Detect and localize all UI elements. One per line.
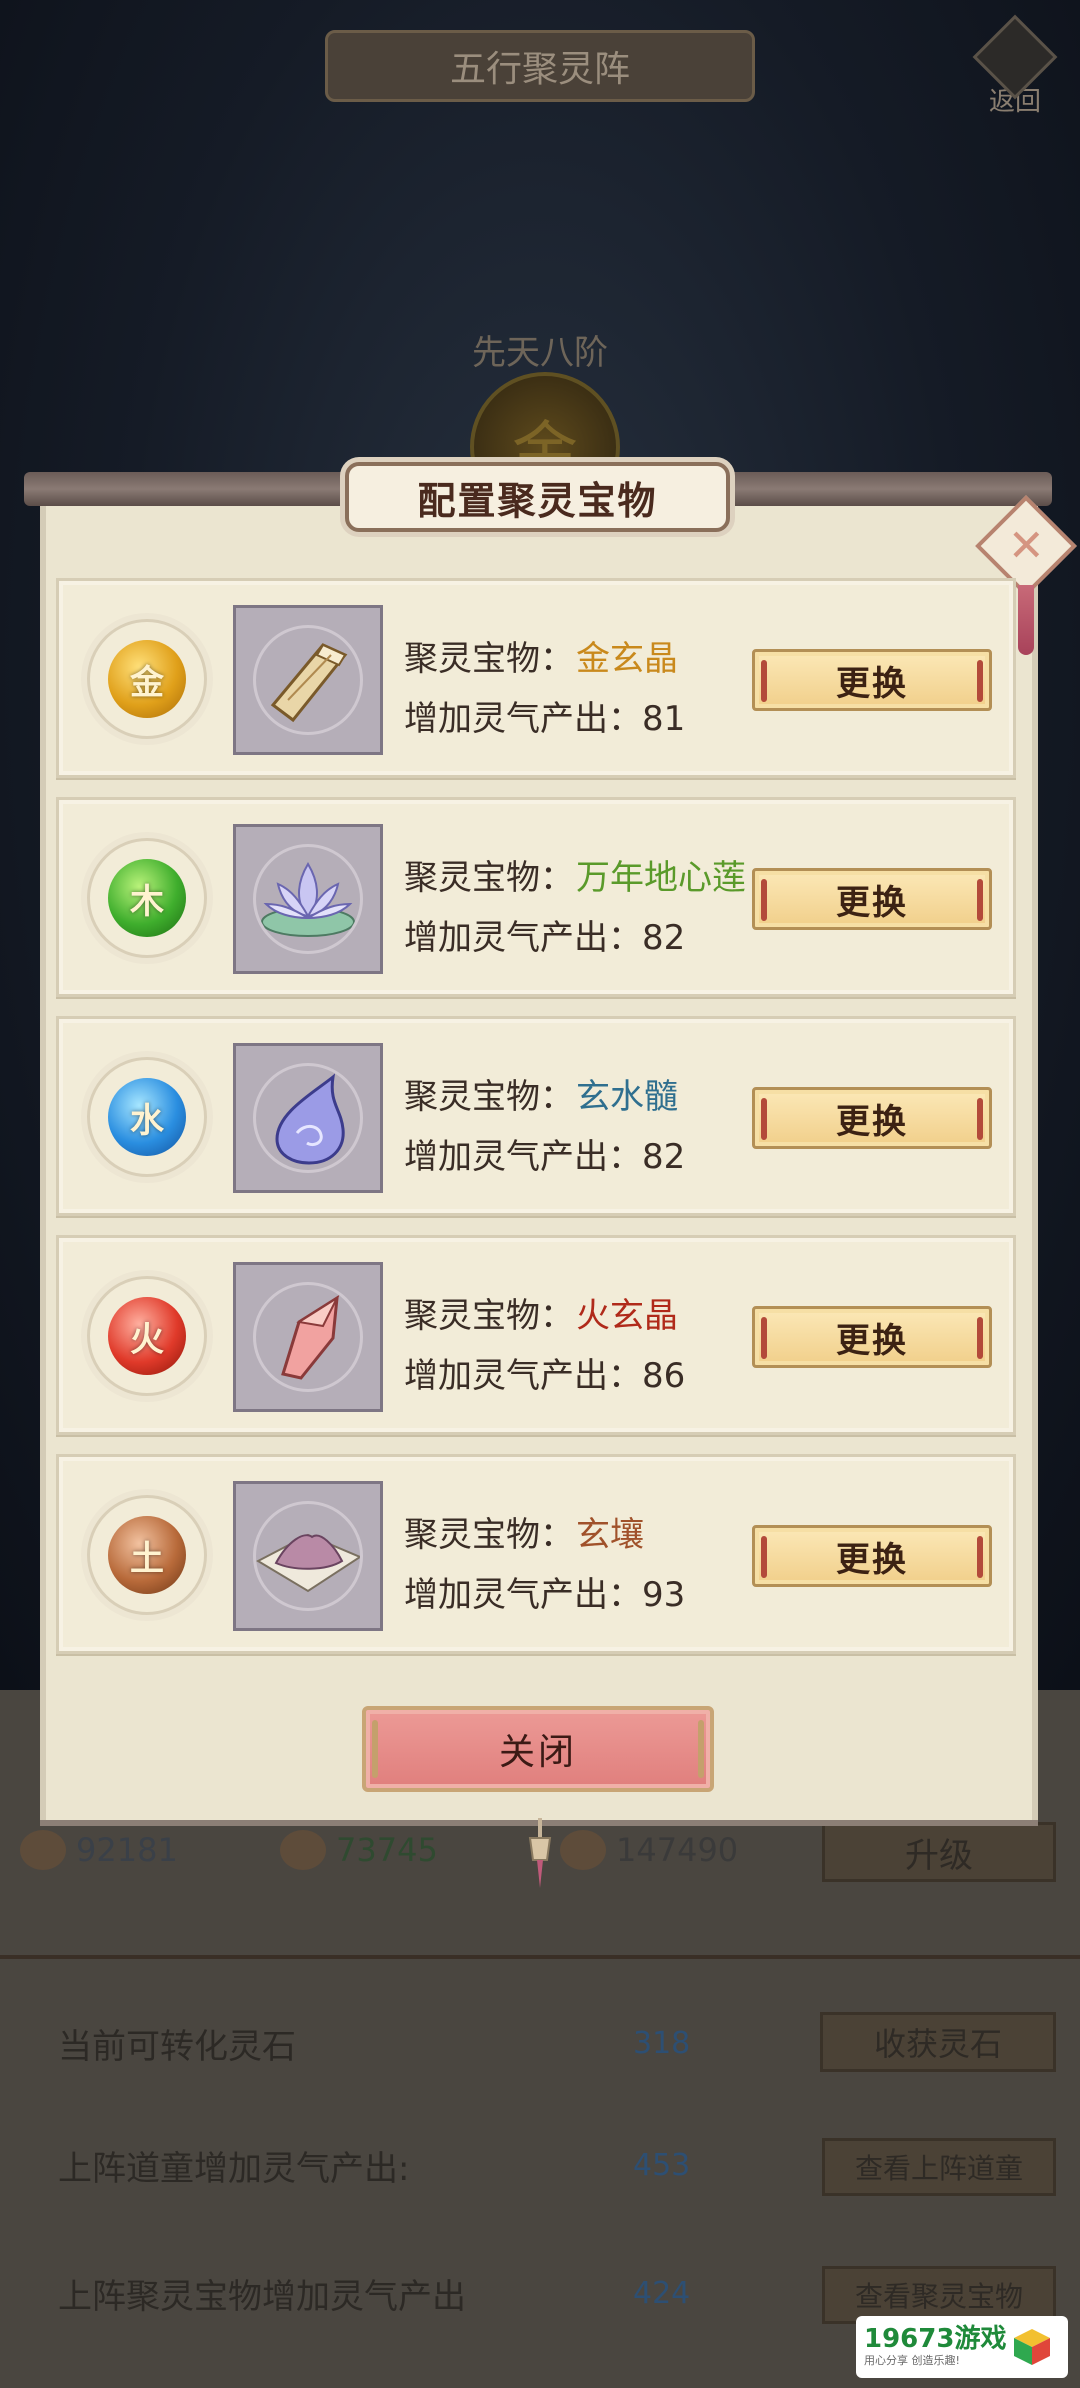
treasure-label: 聚灵宝物： (404, 1515, 574, 1555)
treasure-card: 金 聚灵宝物：金玄晶 增加灵气产出：81 更换 (56, 578, 1016, 778)
treasure-name: 玄水髓 (576, 1077, 678, 1117)
output-value: 93 (642, 1575, 686, 1615)
output-value: 82 (642, 1137, 686, 1177)
treasure-slot[interactable] (233, 605, 383, 755)
treasure-slot[interactable] (233, 1481, 383, 1631)
resource-capacity: 147490 (560, 1820, 738, 1880)
site-watermark: 19673游戏 用心分享 创造乐趣! (856, 2316, 1068, 2378)
swap-button[interactable]: 更换 (752, 1525, 992, 1587)
treasure-card: 木 聚灵宝物：万年地心莲 增加灵气产出：82 更换 (56, 797, 1016, 997)
dialog-title: 配置聚灵宝物 (345, 462, 730, 532)
swap-button[interactable]: 更换 (752, 1087, 992, 1149)
output-value: 82 (642, 918, 686, 958)
treasure-slot[interactable] (233, 1262, 383, 1412)
close-icon: ✕ (1007, 520, 1045, 571)
cube-logo-icon (1014, 2329, 1051, 2365)
treasure-name: 金玄晶 (576, 639, 678, 679)
bell-ornament-icon (528, 1818, 552, 1888)
output-value: 86 (642, 1356, 686, 1396)
treasure-slot[interactable] (233, 1043, 383, 1193)
resource-spirit-qi: 73745 (280, 1820, 438, 1880)
tassel-ornament (1018, 585, 1034, 655)
swap-button[interactable]: 更换 (752, 868, 992, 930)
swap-button[interactable]: 更换 (752, 1306, 992, 1368)
close-button[interactable]: 关闭 (362, 1706, 714, 1792)
rank-label: 先天八阶 (472, 333, 608, 373)
spirit-qi-icon (280, 1830, 326, 1870)
capacity-icon (560, 1830, 606, 1870)
treasure-label: 聚灵宝物： (404, 1077, 574, 1117)
resource-spirit-stone: 92181 (20, 1820, 178, 1880)
element-orb-water: 水 (87, 1057, 207, 1177)
output-value: 81 (642, 699, 686, 739)
spirit-stone-icon (20, 1830, 66, 1870)
treasure-card: 水 聚灵宝物：玄水髓 增加灵气产出：82 更换 (56, 1016, 1016, 1216)
treasure-name: 玄壤 (576, 1515, 644, 1555)
element-orb-earth: 土 (87, 1495, 207, 1615)
back-arrow-icon (972, 14, 1058, 100)
element-orb-fire: 火 (87, 1276, 207, 1396)
swap-button[interactable]: 更换 (752, 649, 992, 711)
treasure-card: 火 聚灵宝物：火玄晶 增加灵气产出：86 更换 (56, 1235, 1016, 1435)
watermark-slogan: 用心分享 创造乐趣! (864, 2354, 960, 2367)
page-title: 五行聚灵阵 (325, 30, 755, 102)
output-label: 增加灵气产出： (404, 1575, 642, 1615)
harvest-stone-button[interactable]: 收获灵石 (820, 2012, 1056, 2072)
treasure-label: 聚灵宝物： (404, 858, 574, 898)
output-label: 增加灵气产出： (404, 1356, 642, 1396)
output-label: 增加灵气产出： (404, 699, 642, 739)
element-orb-metal: 金 (87, 619, 207, 739)
back-button[interactable]: 返回 (965, 14, 1065, 118)
treasure-card: 土 聚灵宝物：玄壤 增加灵气产出：93 更换 (56, 1454, 1016, 1654)
element-orb-wood: 木 (87, 838, 207, 958)
watermark-text: 19673游戏 (864, 2324, 1007, 2354)
treasure-name: 万年地心莲 (576, 858, 746, 898)
treasure-slot[interactable] (233, 824, 383, 974)
view-disciples-button[interactable]: 查看上阵道童 (822, 2138, 1056, 2196)
upgrade-button[interactable]: 升级 (822, 1822, 1056, 1882)
divider (0, 1955, 1080, 1959)
treasure-label: 聚灵宝物： (404, 639, 574, 679)
treasure-name: 火玄晶 (576, 1296, 678, 1336)
output-label: 增加灵气产出： (404, 1137, 642, 1177)
treasure-label: 聚灵宝物： (404, 1296, 574, 1336)
output-label: 增加灵气产出： (404, 918, 642, 958)
